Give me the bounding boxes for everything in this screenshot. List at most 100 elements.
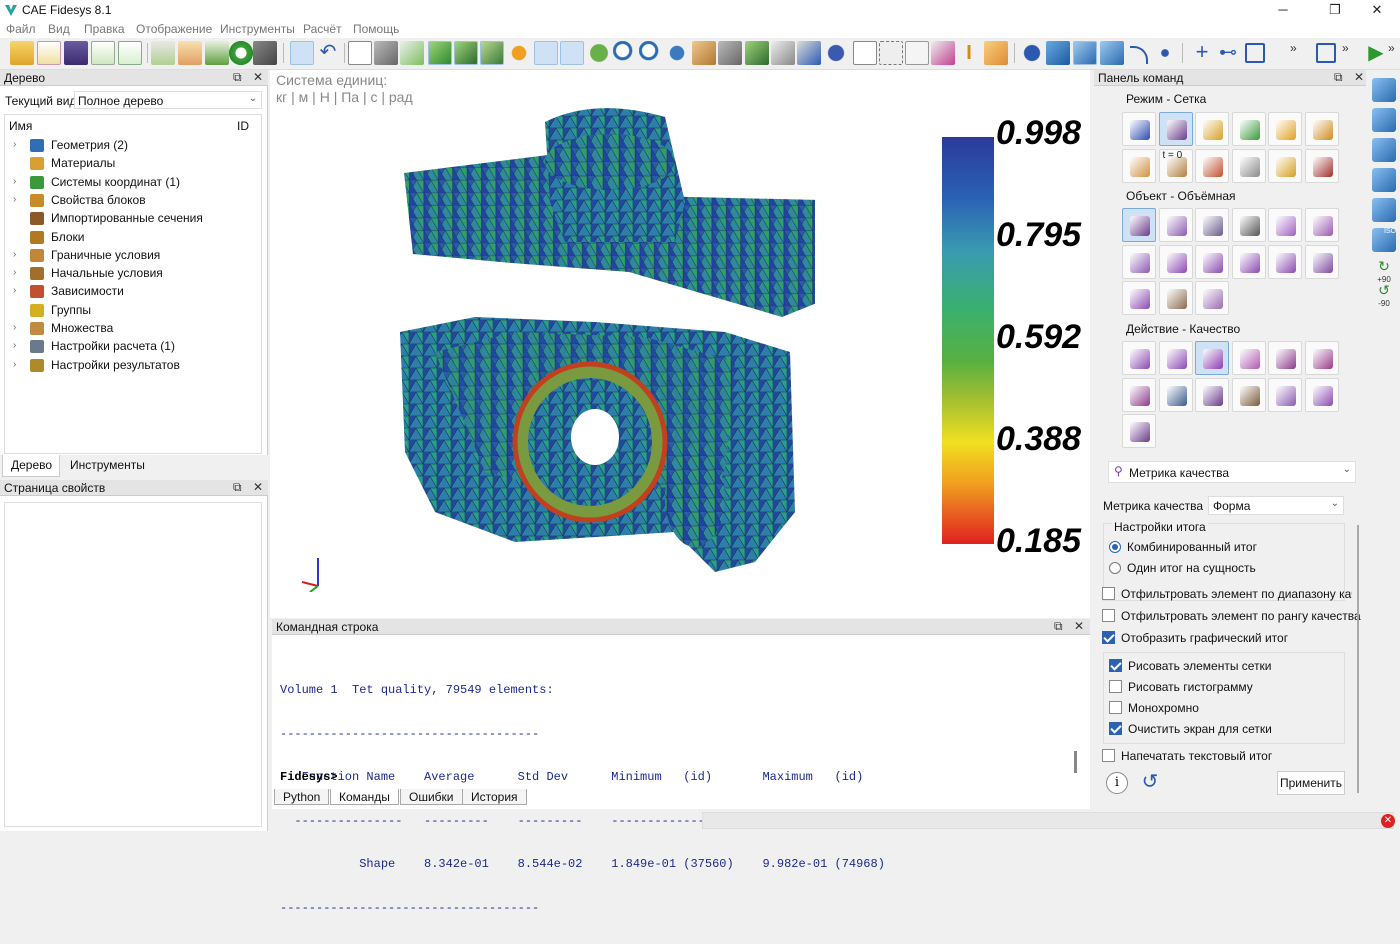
blue-cube-icon[interactable]: [1046, 41, 1070, 65]
zoom-out-icon[interactable]: [639, 41, 663, 65]
obj-group-icon[interactable]: [1268, 208, 1302, 242]
script-icon[interactable]: [178, 41, 202, 65]
frame-icon[interactable]: [853, 41, 877, 65]
mode-graph-icon[interactable]: [1195, 148, 1229, 183]
panel-scrollbar[interactable]: [1357, 525, 1359, 793]
console-prompt[interactable]: Fidesys>: [280, 770, 338, 784]
act-delete-icon[interactable]: [1304, 341, 1339, 375]
mode-properties-icon[interactable]: [1195, 112, 1229, 146]
menu-tools[interactable]: Инструменты: [220, 22, 295, 36]
act-quality-icon[interactable]: [1195, 341, 1229, 375]
histogram-checkbox[interactable]: Рисовать гистограмму: [1109, 680, 1253, 694]
edge-icon[interactable]: ⊷: [1216, 41, 1240, 65]
mode-calc-icon[interactable]: [1231, 148, 1266, 183]
export-icon[interactable]: [118, 41, 142, 65]
view-right-icon[interactable]: [1372, 168, 1396, 192]
view-top-icon[interactable]: [1372, 198, 1396, 222]
obj-mesh-check-icon[interactable]: [1122, 281, 1156, 315]
green-box-icon[interactable]: [745, 41, 769, 65]
act-blocks-icon[interactable]: [1304, 377, 1339, 412]
fit-frame-icon[interactable]: [1316, 43, 1336, 63]
obj-pyramid-icon[interactable]: [1304, 244, 1339, 279]
expand-arrow-icon[interactable]: ›: [13, 194, 16, 205]
obj-volume-icon[interactable]: [1122, 208, 1156, 242]
pause-icon[interactable]: [229, 41, 253, 65]
curve-select-icon[interactable]: [480, 41, 504, 65]
view-front-icon[interactable]: [1372, 78, 1396, 102]
close-panel-icon[interactable]: ✕: [1074, 619, 1084, 633]
act-move-icon[interactable]: [1195, 377, 1229, 412]
blue-face-icon[interactable]: [1100, 41, 1124, 65]
current-view-select[interactable]: Полное дерево ⌄: [74, 91, 262, 109]
solid-box-icon[interactable]: [374, 41, 398, 65]
journal-icon[interactable]: [151, 41, 175, 65]
vertex-select-icon[interactable]: [507, 41, 531, 65]
float-panel-icon[interactable]: ⧉: [233, 70, 242, 85]
mode-sets-icon[interactable]: [1304, 112, 1339, 146]
close-panel-icon[interactable]: ✕: [1354, 70, 1364, 84]
float-panel-icon[interactable]: ⧉: [1334, 70, 1343, 85]
monochrome-checkbox[interactable]: Монохромно: [1109, 701, 1199, 715]
save-as-icon[interactable]: [91, 41, 115, 65]
paint-icon[interactable]: [984, 41, 1008, 65]
act-renumber-icon[interactable]: [1158, 377, 1193, 412]
obj-edge-icon[interactable]: [1231, 244, 1266, 279]
refresh-icon[interactable]: [587, 41, 611, 65]
obj-curve-icon[interactable]: [1195, 208, 1229, 242]
fit-icon[interactable]: [692, 41, 716, 65]
tab-tools[interactable]: Инструменты: [70, 458, 145, 472]
blue-cube-selected-icon[interactable]: [1073, 41, 1097, 65]
surface-box-icon[interactable]: [400, 41, 424, 65]
sphere-icon[interactable]: [824, 41, 848, 65]
tab-python[interactable]: Python: [274, 789, 330, 805]
act-merge-icon[interactable]: [1122, 377, 1156, 412]
column-name-header[interactable]: Имя: [9, 119, 32, 133]
act-smooth-icon[interactable]: [1122, 341, 1156, 375]
console-scrollbar[interactable]: [1074, 751, 1077, 773]
undo-icon[interactable]: ↶: [316, 41, 340, 65]
obj-quad-icon[interactable]: [1158, 244, 1193, 279]
volume-select-icon[interactable]: [428, 41, 452, 65]
run-icon[interactable]: ▶: [1364, 41, 1388, 65]
rotate-icon[interactable]: [665, 41, 689, 65]
zoom-in-icon[interactable]: [613, 41, 637, 65]
view-left-icon[interactable]: [1372, 138, 1396, 162]
hammer-icon[interactable]: [253, 41, 277, 65]
menu-edit[interactable]: Правка: [84, 22, 125, 36]
tab-history[interactable]: История: [462, 789, 527, 805]
column-id-header[interactable]: ID: [237, 119, 249, 133]
point-icon[interactable]: [1153, 41, 1177, 65]
obj-vertex-icon[interactable]: [1231, 208, 1266, 242]
mode-initial-icon[interactable]: t = 0: [1158, 148, 1193, 183]
wireframe-box-icon[interactable]: [348, 41, 372, 65]
save-icon[interactable]: [64, 41, 88, 65]
act-refine-icon[interactable]: [1158, 341, 1193, 375]
expand-arrow-icon[interactable]: ›: [13, 249, 16, 260]
axis-icon[interactable]: [931, 41, 955, 65]
rotate-minus-90-icon[interactable]: ↺ -90: [1372, 282, 1396, 310]
metric-select[interactable]: Форма ⌄: [1208, 496, 1344, 515]
act-cylinder-icon[interactable]: [1268, 377, 1302, 412]
expand-arrow-icon[interactable]: ›: [13, 285, 16, 296]
minimize-button[interactable]: ─: [1260, 0, 1306, 20]
filter-range-checkbox[interactable]: Отфильтровать элемент по диапазону качес: [1102, 587, 1352, 601]
new-file-icon[interactable]: [37, 41, 61, 65]
surface-select-icon[interactable]: [454, 41, 478, 65]
mode-mesh-icon[interactable]: [1158, 112, 1193, 146]
mode-blocks-icon[interactable]: [1268, 112, 1302, 146]
obj-surface-icon[interactable]: [1158, 208, 1193, 242]
mode-boundary-icon[interactable]: [1122, 148, 1156, 183]
obj-hex-icon[interactable]: [1195, 281, 1229, 315]
view-back-icon[interactable]: [1372, 108, 1396, 132]
mode-results-icon[interactable]: [1268, 148, 1302, 183]
viewport[interactable]: Система единиц: кг | м | Н | Па | с | ра…: [270, 70, 1090, 618]
menu-help[interactable]: Помощь: [353, 22, 399, 36]
hidden-line-icon[interactable]: [797, 41, 821, 65]
grid-select-icon[interactable]: [534, 41, 558, 65]
expand-arrow-icon[interactable]: ›: [13, 340, 16, 351]
expand-arrow-icon[interactable]: ›: [13, 359, 16, 370]
close-panel-icon[interactable]: ✕: [253, 480, 263, 494]
restore-button[interactable]: ❐: [1312, 0, 1358, 20]
error-indicator-icon[interactable]: ✕: [1381, 814, 1395, 828]
tab-commands[interactable]: Команды: [330, 789, 399, 805]
